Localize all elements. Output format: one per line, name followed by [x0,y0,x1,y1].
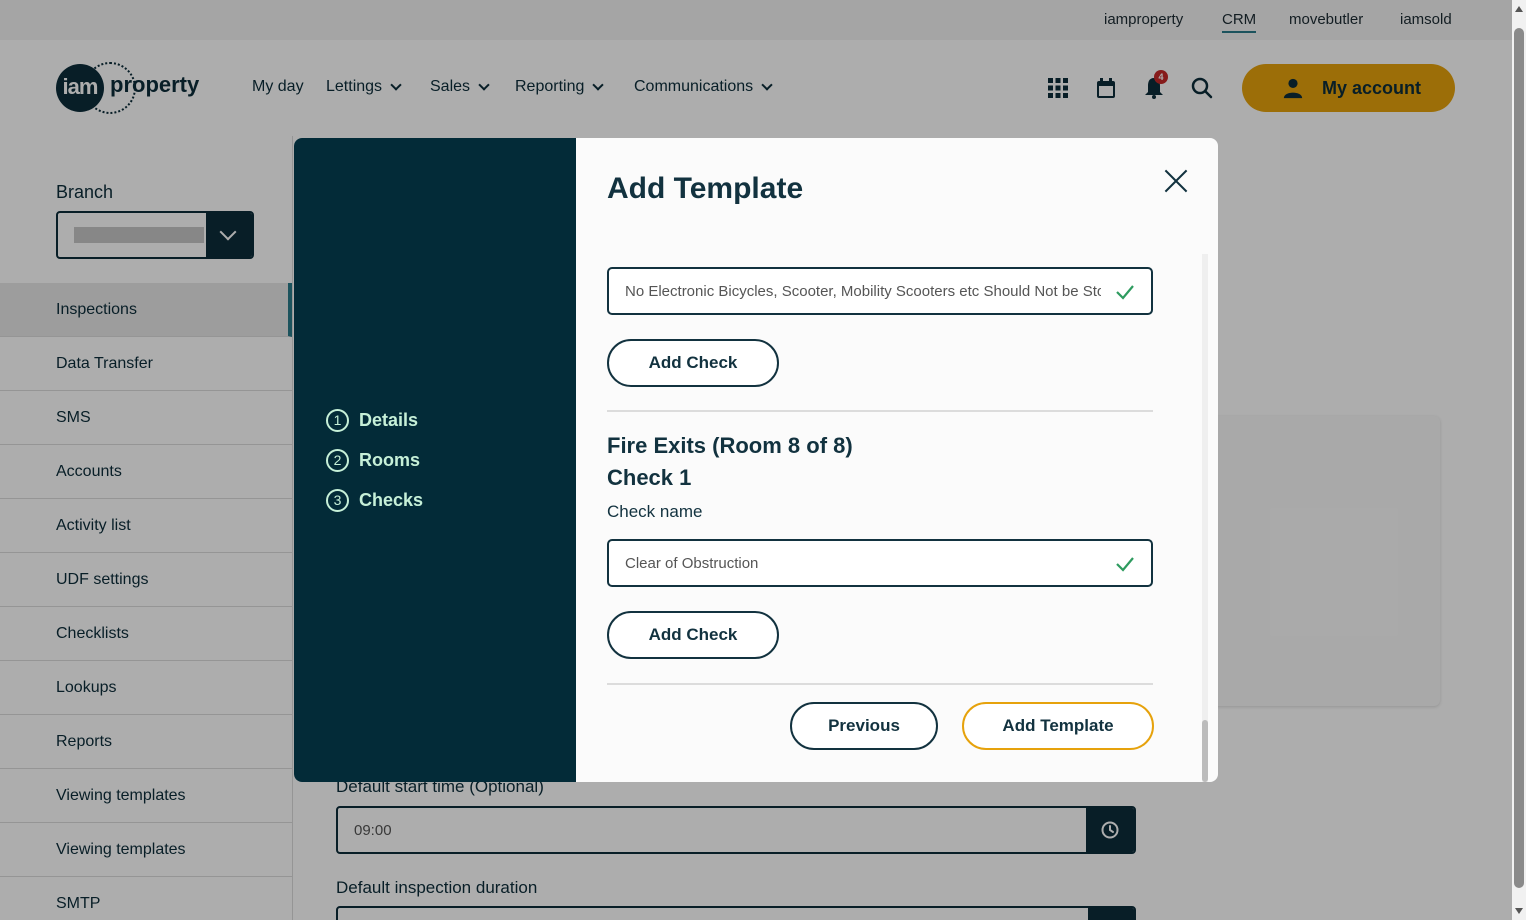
modal-scrollbar[interactable] [1202,254,1208,782]
add-check-button-2[interactable]: Add Check [607,611,779,659]
page-scrollbar[interactable] [1512,0,1526,920]
wizard-form-panel: Add Template No Electronic Bicycles, Sco… [576,138,1218,782]
section-divider [607,683,1153,685]
check-title: Check 1 [607,465,692,490]
modal-title: Add Template [607,172,804,205]
checkmark-icon [1116,557,1134,572]
room-title: Fire Exits (Room 8 of 8) [607,433,853,458]
step-number: 2 [326,449,349,472]
page-scrollbar-thumb[interactable] [1514,28,1524,888]
check-name-label: Check name [607,502,703,521]
section-divider [607,410,1153,412]
wizard-steps-panel: 1 Details 2 Rooms 3 Checks [294,138,576,782]
check-name-input[interactable]: Clear of Obstruction [607,539,1153,587]
add-check-button[interactable]: Add Check [607,339,779,387]
previous-check-name-value: No Electronic Bicycles, Scooter, Mobilit… [625,283,1101,300]
step-checks[interactable]: 3 Checks [326,489,423,512]
step-label: Rooms [359,450,421,470]
add-template-modal: 1 Details 2 Rooms 3 Checks Add Template … [294,138,1218,782]
step-details[interactable]: 1 Details [326,409,418,432]
previous-button[interactable]: Previous [790,702,938,750]
checkmark-icon [1116,285,1134,300]
scroll-up-icon[interactable] [1515,6,1523,12]
previous-check-name-input[interactable]: No Electronic Bicycles, Scooter, Mobilit… [607,267,1153,315]
close-icon[interactable] [1161,166,1191,196]
step-number: 3 [326,489,349,512]
scroll-down-icon[interactable] [1515,908,1523,914]
check-name-value: Clear of Obstruction [625,555,759,572]
add-template-button[interactable]: Add Template [962,702,1154,750]
modal-scrollbar-thumb[interactable] [1202,720,1208,782]
step-rooms[interactable]: 2 Rooms [326,449,420,472]
step-label: Details [359,410,419,430]
step-label: Checks [359,490,424,510]
step-number: 1 [326,409,349,432]
